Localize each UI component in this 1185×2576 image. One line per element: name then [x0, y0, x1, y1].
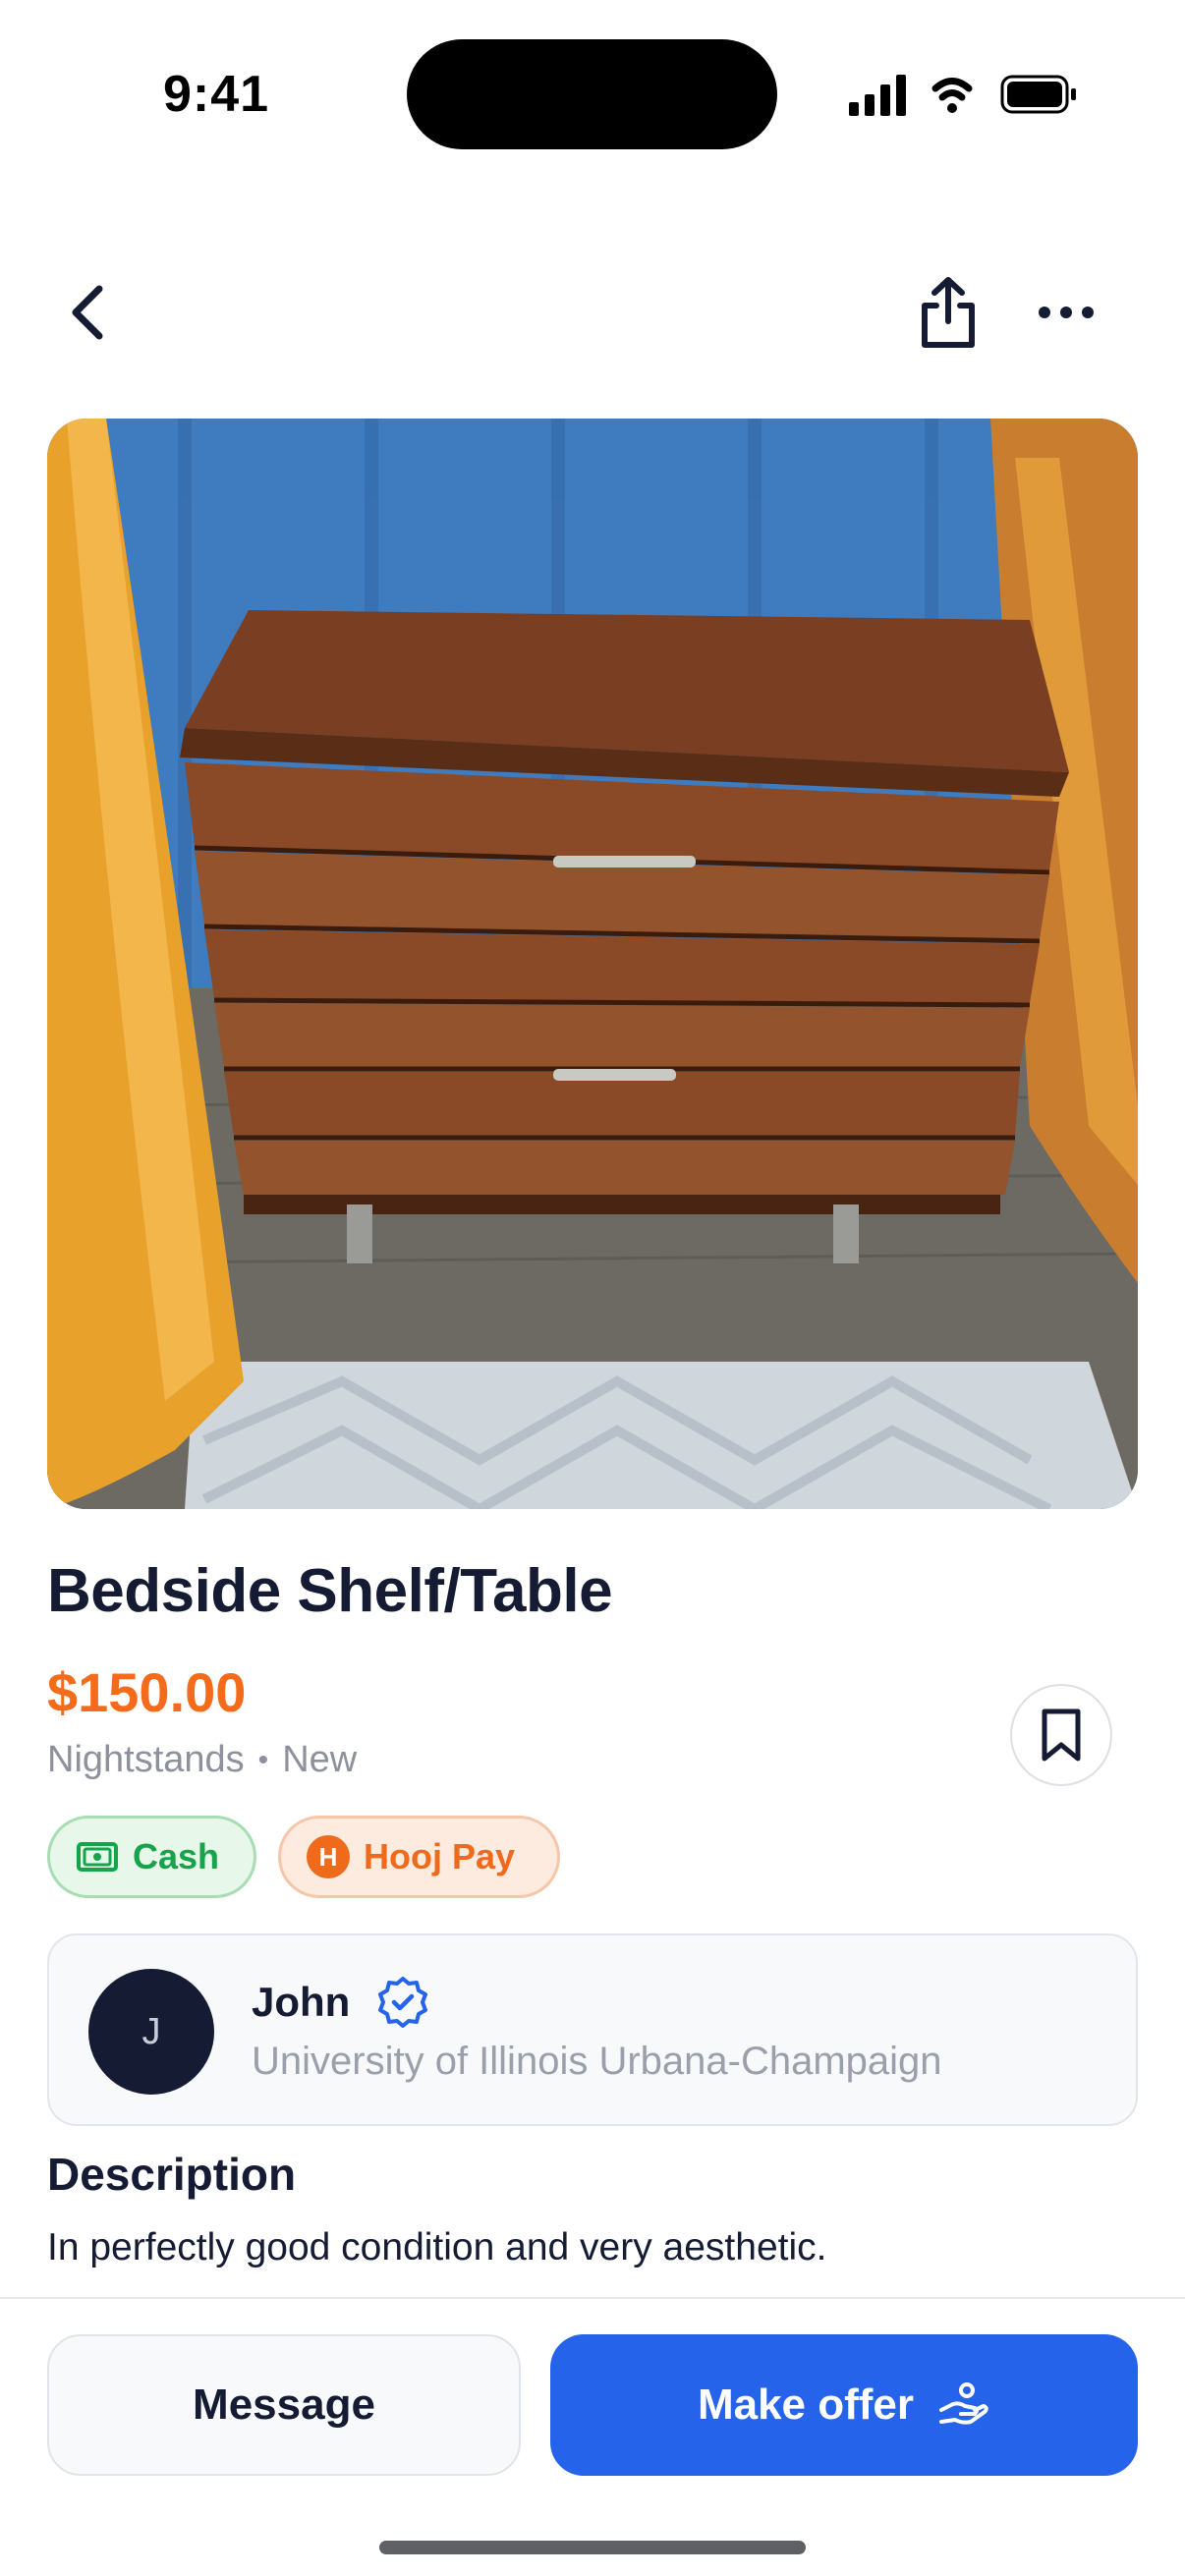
listing-condition: New	[282, 1739, 358, 1780]
verified-badge-icon	[375, 1975, 430, 2030]
battery-icon	[1000, 75, 1076, 114]
seller-name: John	[252, 1979, 351, 2025]
make-offer-button-label: Make offer	[697, 2380, 915, 2429]
seller-school: University of Illinois Urbana-Champaign	[252, 2040, 942, 2083]
wifi-icon	[931, 78, 973, 113]
bookmark-button[interactable]	[1010, 1684, 1112, 1786]
message-button-label: Message	[193, 2380, 375, 2429]
status-bar: 9:41	[0, 0, 1185, 187]
seller-avatar: J	[88, 1969, 214, 2095]
status-icons	[845, 69, 1081, 124]
make-offer-button[interactable]: Make offer	[550, 2334, 1138, 2476]
listing-title: Bedside Shelf/Table	[47, 1557, 613, 1625]
hooj-pay-icon: H	[307, 1835, 350, 1878]
listing-category: Nightstands	[47, 1739, 245, 1780]
status-time: 9:41	[163, 66, 270, 123]
payment-chip-hooj-pay: H Hooj Pay	[278, 1816, 560, 1898]
hooj-pay-badge: H	[307, 1835, 350, 1878]
listing-price: $150.00	[47, 1661, 247, 1723]
dynamic-island	[407, 39, 777, 149]
more-horizontal-icon	[1039, 307, 1094, 318]
product-photo[interactable]	[47, 419, 1138, 1509]
message-button[interactable]: Message	[47, 2334, 521, 2476]
description-text: In perfectly good condition and very aes…	[47, 2226, 827, 2268]
payment-chip-cash-label: Cash	[133, 1836, 220, 1876]
chevron-left-icon	[72, 285, 103, 340]
payment-chip-cash: Cash	[47, 1816, 256, 1898]
payment-chip-hooj-pay-label: Hooj Pay	[364, 1836, 516, 1876]
share-icon	[922, 277, 975, 348]
listing-meta: Nightstands • New	[47, 1739, 357, 1781]
signal-icon	[849, 75, 906, 116]
meta-separator: •	[257, 1743, 269, 1776]
cash-icon	[76, 1841, 119, 1873]
home-indicator[interactable]	[379, 2541, 806, 2554]
hand-offer-icon	[937, 2380, 990, 2430]
bookmark-icon	[1042, 1708, 1081, 1762]
share-button[interactable]	[914, 273, 983, 352]
more-button[interactable]	[1032, 285, 1100, 340]
seller-card[interactable]: J John University of Illinois Urbana-Cha…	[47, 1933, 1138, 2126]
description-heading: Description	[47, 2149, 297, 2200]
back-button[interactable]	[53, 275, 122, 350]
bottom-action-bar: Message Make offer	[0, 2297, 1185, 2576]
